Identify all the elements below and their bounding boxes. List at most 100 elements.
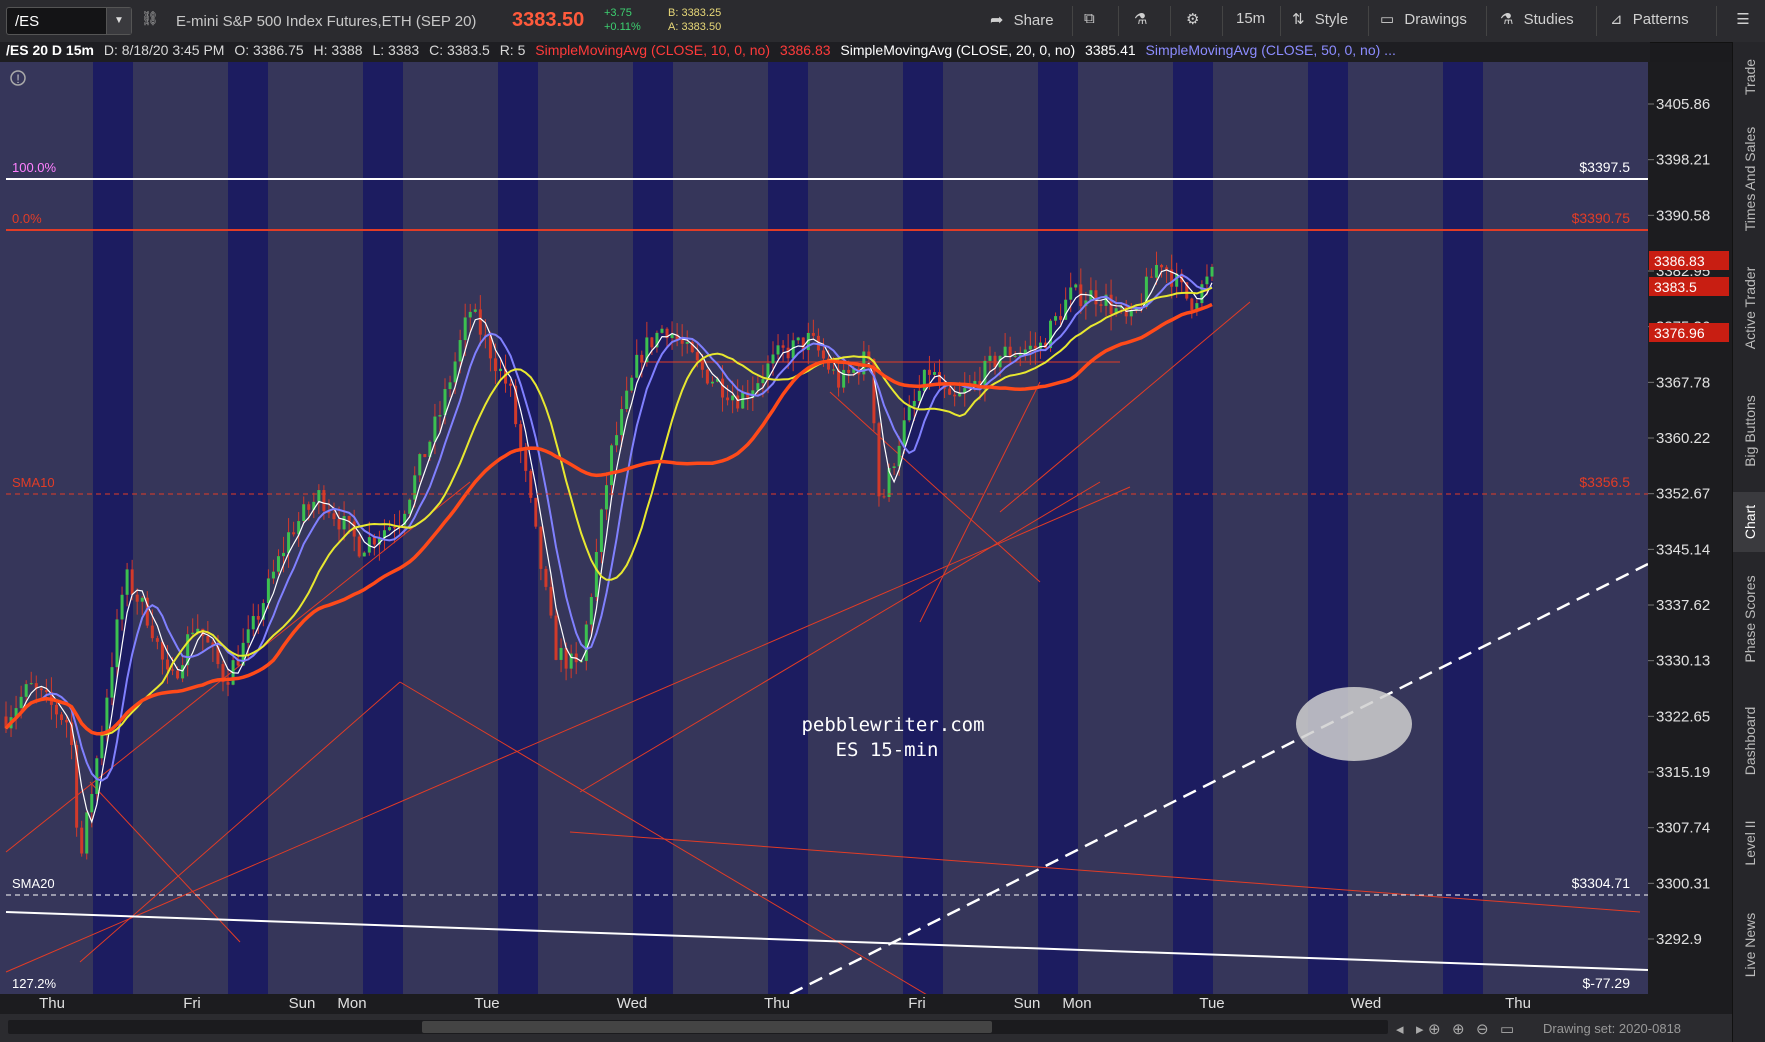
time-axis-panel[interactable] <box>0 994 1648 1014</box>
price-tick-label: 3292.9 <box>1656 931 1702 948</box>
scroll-right-icon[interactable]: ▸ <box>1416 1020 1424 1038</box>
tab-phase-scores[interactable]: Phase Scores <box>1733 554 1765 684</box>
link-icon[interactable]: ⛓ <box>141 10 159 30</box>
sma10-label[interactable]: SimpleMovingAvg (CLOSE, 10, 0, no) <box>529 42 770 58</box>
candle-body <box>1099 304 1103 306</box>
symbol-info: /ES 20 D 15m <box>6 42 94 58</box>
candle-body <box>1069 287 1073 300</box>
snapshot-icon[interactable]: ⧉ <box>1084 10 1095 32</box>
candle-body <box>292 532 296 535</box>
flask-icon[interactable]: ⚗ <box>1134 10 1147 32</box>
time-label: Fri <box>908 995 926 1012</box>
patterns-button[interactable]: ⊿ Patterns <box>1610 10 1689 32</box>
studies-button[interactable]: ⚗ Studies <box>1500 10 1574 32</box>
crosshair-icon[interactable]: ⊕ <box>1428 1020 1441 1038</box>
scrollbar-thumb[interactable] <box>422 1021 992 1033</box>
candle-body <box>1059 316 1063 320</box>
tab-chart[interactable]: Chart <box>1733 492 1765 552</box>
sma20-level-price: $3304.71 <box>1572 875 1631 891</box>
horizontal-scrollbar[interactable] <box>8 1020 1388 1034</box>
candle-body <box>559 647 563 660</box>
candle-body <box>357 536 361 557</box>
zoom-in-icon[interactable]: ⊕ <box>1452 1020 1465 1038</box>
candle-body <box>130 569 134 595</box>
time-label: Wed <box>1351 995 1382 1012</box>
session-band <box>228 62 268 994</box>
drawing-set-label: Drawing set: 2020-0818 <box>1543 1021 1682 1036</box>
tab-level-ii[interactable]: Level II <box>1733 798 1765 888</box>
gear-icon[interactable]: ⚙ <box>1186 10 1199 32</box>
top-toolbar: /ES ▼ ⛓ E-mini S&P 500 Index Futures,ETH… <box>0 0 1765 43</box>
session-band <box>1443 62 1483 994</box>
candle-body <box>599 509 603 553</box>
scroll-left-icon[interactable]: ◂ <box>1396 1020 1404 1038</box>
candle-body <box>821 350 825 359</box>
zoom-out-icon[interactable]: ⊖ <box>1476 1020 1489 1038</box>
symbol-selector[interactable]: /ES ▼ <box>6 7 132 35</box>
studies-icon: ⚗ <box>1500 11 1514 28</box>
drawings-button[interactable]: ▭ Drawings <box>1380 10 1467 32</box>
candle-body <box>191 632 195 635</box>
tab-active-trader[interactable]: Active Trader <box>1733 246 1765 370</box>
candle-body <box>756 383 760 391</box>
candle-body <box>322 490 326 511</box>
tab-dashboard[interactable]: Dashboard <box>1733 686 1765 796</box>
timeframe-button[interactable]: 15m <box>1236 10 1265 32</box>
candle-body <box>660 328 664 333</box>
candle-body <box>771 354 775 364</box>
sma20-label[interactable]: SimpleMovingAvg (CLOSE, 20, 0, no) <box>834 42 1075 58</box>
candle-body <box>892 466 896 469</box>
fib-127-label: 127.2% <box>12 976 57 991</box>
tab-trade[interactable]: Trade <box>1733 42 1765 112</box>
side-panel-tabs: Trade Times And Sales Active Trader Big … <box>1732 42 1765 1042</box>
share-button[interactable]: ➦ Share <box>990 10 1054 32</box>
price-tick-label: 3390.58 <box>1656 207 1710 224</box>
candle-body <box>307 504 311 510</box>
candle-body <box>554 615 558 660</box>
style-icon: ⇅ <box>1292 11 1305 28</box>
tab-live-news[interactable]: Live News <box>1733 890 1765 1000</box>
candle-body <box>721 378 725 398</box>
candle-body <box>287 532 291 553</box>
candle-body <box>811 332 815 336</box>
bottom-bar: ◂ ▸ ⊕ ⊕ ⊖ ▭ Drawing set: 2020-0818 <box>0 1014 1732 1042</box>
chevron-down-icon[interactable]: ▼ <box>106 8 131 34</box>
menu-icon[interactable]: ☰ <box>1728 10 1758 32</box>
fit-icon[interactable]: ▭ <box>1500 1020 1514 1038</box>
candle-body <box>776 345 780 355</box>
candle-body <box>584 624 588 661</box>
price-tick-label: 3307.74 <box>1656 820 1710 837</box>
candle-body <box>1074 284 1078 288</box>
candle-body <box>1205 276 1209 285</box>
price-axis-panel[interactable] <box>1648 62 1732 1014</box>
candle-body <box>705 369 709 384</box>
change-value: +3.75 <box>604 7 632 19</box>
tab-big-buttons[interactable]: Big Buttons <box>1733 372 1765 490</box>
candle-body <box>458 340 462 362</box>
tab-times-and-sales[interactable]: Times And Sales <box>1733 114 1765 244</box>
info-icon-glyph: ! <box>16 72 19 86</box>
candle-body <box>1165 267 1169 270</box>
sma50-label[interactable]: SimpleMovingAvg (CLOSE, 50, 0, no) ... <box>1140 42 1396 58</box>
price-tick-label: 3405.86 <box>1656 96 1710 113</box>
candle-body <box>953 394 957 397</box>
candle-body <box>39 688 43 691</box>
candle-body <box>433 416 437 442</box>
candle-body <box>413 475 417 500</box>
symbol-input[interactable]: /ES <box>15 13 39 30</box>
candle-body <box>85 812 89 854</box>
candle-body <box>206 636 210 643</box>
candle-body <box>246 629 250 643</box>
session-band <box>498 62 538 994</box>
style-button[interactable]: ⇅ Style <box>1292 10 1348 32</box>
candle-body <box>670 334 674 339</box>
change-percent: +0.11% <box>604 21 641 33</box>
candle-body <box>680 339 684 344</box>
study-header: /ES 20 D 15m D: 8/18/20 3:45 PM O: 3386.… <box>0 42 1650 62</box>
price-chart[interactable]: 100.0% $3397.5 0.0% $3390.75 SMA10 $3356.5 SMA… <box>0 62 1732 1014</box>
price-badge-label: 3376.96 <box>1654 325 1705 341</box>
candle-body <box>882 496 886 498</box>
candle-body <box>438 415 442 417</box>
sma10-level-price: $3356.5 <box>1579 474 1630 490</box>
price-tick-label: 3345.14 <box>1656 541 1710 558</box>
